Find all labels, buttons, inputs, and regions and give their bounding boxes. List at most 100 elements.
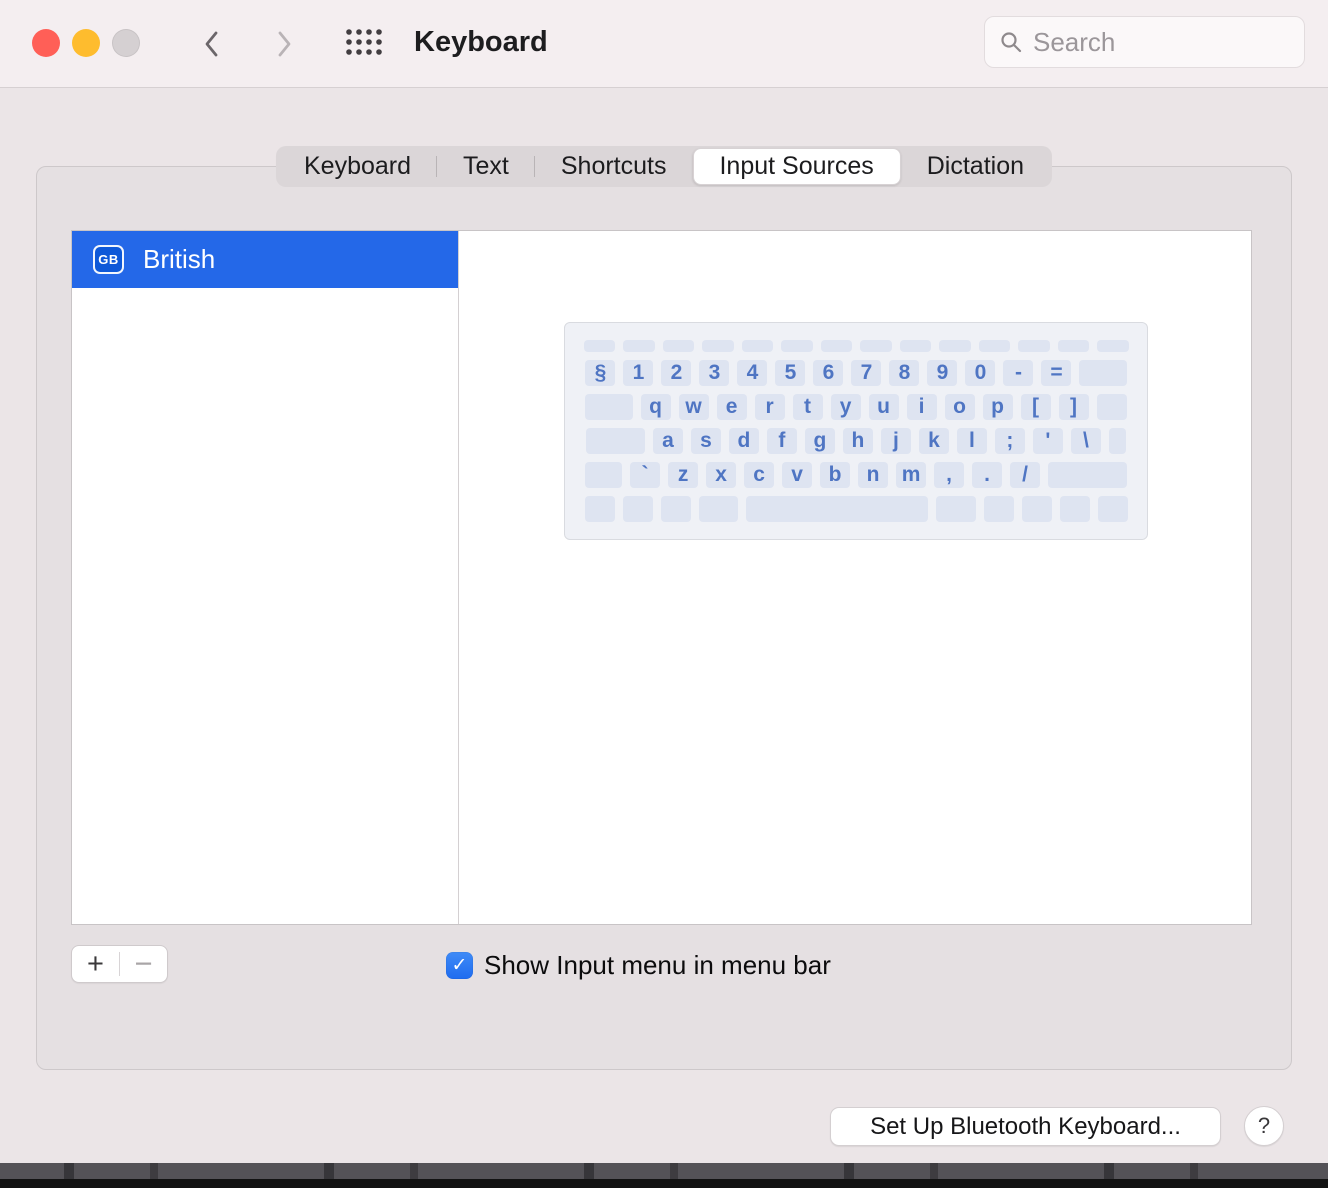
key-blank [1059,496,1090,522]
key-blank [585,394,633,420]
key-4: 4 [737,360,768,386]
key-r: r [754,394,785,420]
key-,: , [934,462,965,488]
key-i: i [906,394,937,420]
tab-keyboard[interactable]: Keyboard [278,148,437,185]
tab-input-sources[interactable]: Input Sources [692,148,901,185]
key-blank [1108,428,1126,454]
key-;: ; [994,428,1025,454]
show-all-grid-icon[interactable] [345,28,383,61]
key-blank [820,340,852,352]
key-z: z [668,462,699,488]
key-blank [983,496,1014,522]
tab-bar: Keyboard Text Shortcuts Input Sources Dictat… [275,146,1053,187]
keyboard-row: § 1 2 3 4 5 6 7 8 9 0- = [585,360,1127,386]
search-icon [1001,32,1022,53]
key-`: ` [630,462,661,488]
key-blank [623,340,655,352]
remove-input-source-button[interactable]: − [120,946,167,982]
tab-dictation[interactable]: Dictation [901,148,1050,185]
key-x: x [706,462,737,488]
key-blank [860,340,892,352]
keyboard-row: q w e r t y u i o p [] [585,394,1127,420]
key-q: q [640,394,671,420]
key-s: s [690,428,721,454]
key-h: h [842,428,873,454]
key-w: w [678,394,709,420]
key-/: / [1010,462,1041,488]
key-1: 1 [623,360,654,386]
input-source-row[interactable]: GB British [72,231,458,288]
background-window-black-bar [0,1179,1328,1188]
page-title: Keyboard [414,26,548,58]
key-b: b [820,462,851,488]
add-input-source-button[interactable]: + [72,946,119,982]
key-7: 7 [851,360,882,386]
key-.: . [972,462,1003,488]
setup-bluetooth-keyboard-button[interactable]: Set Up Bluetooth Keyboard... [830,1107,1221,1146]
tab-shortcuts[interactable]: Shortcuts [533,148,693,185]
key-k: k [918,428,949,454]
keyboard-preview: § 1 2 3 4 5 6 7 8 9 0- = q w e r t y u i o p [] a s d f g h j k l; ' \ ` z x… [564,322,1148,540]
key-d: d [728,428,759,454]
key-p: p [982,394,1013,420]
keyboard-row [583,340,1129,352]
search-field[interactable] [984,16,1328,68]
key-y: y [830,394,861,420]
key-blank [702,340,734,352]
search-input[interactable] [1033,26,1328,58]
key-\: \ [1070,428,1101,454]
key-m: m [896,462,927,488]
key-g: g [804,428,835,454]
key-blank [583,340,615,352]
key-blank [1079,360,1127,386]
key-e: e [716,394,747,420]
key-blank [1048,462,1128,488]
key-blank [741,340,773,352]
key-blank [1097,340,1129,352]
key-blank [584,462,623,488]
key-f: f [766,428,797,454]
key-blank [584,496,615,522]
input-source-list: GB British [72,231,459,924]
key-o: o [944,394,975,420]
key-0: 0 [965,360,996,386]
key-3: 3 [699,360,730,386]
key-blank [1021,496,1052,522]
key-2: 2 [661,360,692,386]
background-window-content [0,1163,1328,1180]
key-c: c [744,462,775,488]
titlebar: Keyboard [0,0,1328,88]
key-t: t [792,394,823,420]
key-a: a [652,428,683,454]
keyboard-row: a s d f g h j k l; ' \ [586,428,1126,454]
key-blank [662,340,694,352]
key-j: j [880,428,911,454]
background-window-strip [0,1163,1328,1188]
show-input-menu-row: ✓ Show Input menu in menu bar [446,950,831,981]
show-input-menu-checkbox[interactable]: ✓ [446,952,473,979]
key--: - [1003,360,1034,386]
key-u: u [868,394,899,420]
key-blank [746,496,928,522]
key-blank [1018,340,1050,352]
key-blank [698,496,738,522]
key-=: = [1041,360,1072,386]
key-§: § [585,360,616,386]
tab-text[interactable]: Text [436,148,535,185]
key-v: v [782,462,813,488]
input-source-badge: GB [93,245,124,274]
key-blank [1057,340,1089,352]
back-button[interactable] [196,26,226,62]
key-blank [978,340,1010,352]
help-button[interactable]: ? [1244,1106,1284,1146]
close-button[interactable] [32,29,60,57]
key-blank [939,340,971,352]
key-blank [586,428,645,454]
key-': ' [1032,428,1063,454]
forward-button[interactable] [270,26,300,62]
add-remove-control: + − [71,945,168,983]
key-blank [1097,496,1128,522]
minimize-button[interactable] [72,29,100,57]
show-input-menu-label: Show Input menu in menu bar [484,950,831,980]
